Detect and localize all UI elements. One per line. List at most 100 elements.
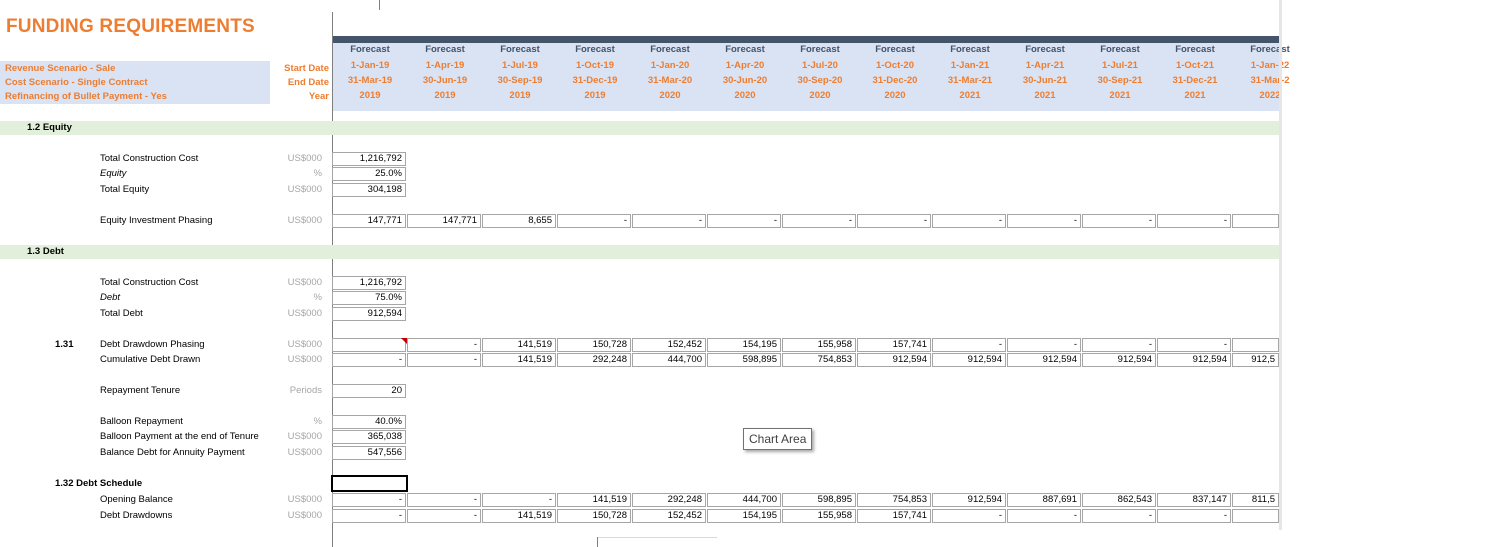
value-cell[interactable] (332, 338, 406, 352)
value-cell[interactable]: 754,853 (782, 353, 856, 367)
value-cell[interactable]: 912,5 (1232, 353, 1279, 367)
repayment-tenure-label: Repayment Tenure (100, 385, 181, 396)
value-cell[interactable]: 912,594 (932, 493, 1006, 507)
value-cell[interactable]: 8,655 (482, 214, 556, 228)
value-cell[interactable]: 141,519 (482, 353, 556, 367)
value-cell[interactable]: 155,958 (782, 338, 856, 352)
value-cell[interactable]: - (332, 509, 406, 523)
value-cell[interactable]: 141,519 (482, 338, 556, 352)
column-header-end: 31-Dec-20 (872, 75, 918, 86)
value-cell[interactable]: 152,452 (632, 509, 706, 523)
value-cell[interactable]: 292,248 (632, 493, 706, 507)
value-cell[interactable]: - (407, 509, 481, 523)
value-cell[interactable]: - (1157, 509, 1231, 523)
value-cell[interactable] (1232, 509, 1279, 523)
value-cell[interactable]: 292,248 (557, 353, 631, 367)
value-cell[interactable]: - (407, 338, 481, 352)
value-cell[interactable]: - (932, 214, 1006, 228)
value-cell[interactable]: 837,147 (1157, 493, 1231, 507)
column-header: Forecast 1-Apr-21 30-Jun-21 2021 (1008, 42, 1082, 103)
column-header-start: 1-Apr-21 (1025, 60, 1065, 71)
balance-debt-cell[interactable]: 547,556 (332, 446, 406, 460)
column-header: Forecast 1-Jul-19 30-Sep-19 2019 (483, 42, 557, 103)
value-cell[interactable]: - (1082, 214, 1156, 228)
value-cell[interactable]: 754,853 (857, 493, 931, 507)
value-cell[interactable]: - (1082, 338, 1156, 352)
value-cell[interactable]: 912,594 (1007, 353, 1081, 367)
section-equity-title: 1.2 Equity (27, 122, 72, 133)
value-cell[interactable]: 150,728 (557, 509, 631, 523)
value-cell[interactable]: - (482, 493, 556, 507)
column-header-type: Forecast (800, 44, 840, 55)
value-cell[interactable]: 154,195 (707, 509, 781, 523)
bottom-tick (597, 537, 598, 547)
chart-area-tooltip: Chart Area (743, 428, 813, 450)
value-cell[interactable]: 598,895 (782, 493, 856, 507)
value-cell[interactable]: - (1082, 509, 1156, 523)
column-header-type: Forecast (350, 44, 390, 55)
value-cell[interactable]: 862,543 (1082, 493, 1156, 507)
debt-tcc-cell[interactable]: 1,216,792 (332, 276, 406, 290)
value-cell[interactable]: 147,771 (407, 214, 481, 228)
value-cell[interactable]: - (707, 214, 781, 228)
balloon-repayment-cell[interactable]: 40.0% (332, 415, 406, 429)
value-cell[interactable]: - (857, 214, 931, 228)
repayment-tenure-cell[interactable]: 20 (332, 384, 406, 398)
value-cell[interactable] (1232, 214, 1279, 228)
value-cell[interactable]: 154,195 (707, 338, 781, 352)
value-cell[interactable]: - (782, 214, 856, 228)
comment-indicator[interactable] (401, 338, 407, 344)
value-cell[interactable]: 912,594 (1082, 353, 1156, 367)
equity-pct-cell[interactable]: 25.0% (332, 167, 406, 181)
value-cell[interactable]: - (332, 353, 406, 367)
equity-tcc-label: Total Construction Cost (100, 153, 199, 164)
column-header-end: 30-Jun-21 (1022, 75, 1068, 86)
total-equity-unit: US$000 (287, 184, 322, 195)
value-cell[interactable] (1232, 338, 1279, 352)
total-equity-cell[interactable]: 304,198 (332, 183, 406, 197)
value-cell[interactable]: - (1157, 214, 1231, 228)
value-cell[interactable]: 147,771 (332, 214, 406, 228)
value-cell[interactable]: 811,5 (1232, 493, 1279, 507)
column-header: Forecast 1-Jan-20 31-Mar-20 2020 (633, 42, 707, 103)
balloon-payment-cell[interactable]: 365,038 (332, 430, 406, 444)
value-cell[interactable]: 444,700 (632, 353, 706, 367)
value-cell[interactable]: - (557, 214, 631, 228)
value-cell[interactable]: 598,895 (707, 353, 781, 367)
column-header-start: 1-Jul-19 (502, 60, 538, 71)
value-cell[interactable]: 157,741 (857, 509, 931, 523)
debt-drawdown-label: Debt Drawdown Phasing (100, 339, 205, 350)
value-cell[interactable]: 141,519 (557, 493, 631, 507)
value-cell[interactable]: - (1007, 338, 1081, 352)
column-header-type: Forecast (1025, 44, 1065, 55)
equity-tcc-cell[interactable]: 1,216,792 (332, 152, 406, 166)
column-header-year: 2022 (1259, 90, 1281, 101)
column-header-start: 1-Jan-20 (650, 60, 690, 71)
equity-tcc-unit: US$000 (287, 153, 322, 164)
total-debt-cell[interactable]: 912,594 (332, 307, 406, 321)
value-cell[interactable]: 150,728 (557, 338, 631, 352)
value-cell[interactable]: - (332, 493, 406, 507)
value-cell[interactable]: 152,452 (632, 338, 706, 352)
column-header-start: 1-Jul-21 (1102, 60, 1138, 71)
value-cell[interactable]: - (1157, 338, 1231, 352)
value-cell[interactable]: 912,594 (857, 353, 931, 367)
debt-pct-cell[interactable]: 75.0% (332, 291, 406, 305)
value-cell[interactable]: - (932, 509, 1006, 523)
value-cell[interactable]: - (632, 214, 706, 228)
total-equity-label: Total Equity (100, 184, 150, 195)
value-cell[interactable]: 444,700 (707, 493, 781, 507)
value-cell[interactable]: - (1007, 214, 1081, 228)
value-cell[interactable]: - (407, 493, 481, 507)
value-cell[interactable]: - (932, 338, 1006, 352)
value-cell[interactable]: - (1007, 509, 1081, 523)
value-cell[interactable]: - (407, 353, 481, 367)
value-cell[interactable]: 141,519 (482, 509, 556, 523)
value-cell[interactable]: 157,741 (857, 338, 931, 352)
value-cell[interactable]: 912,594 (1157, 353, 1231, 367)
value-cell[interactable]: 155,958 (782, 509, 856, 523)
column-header-year: 2021 (1109, 90, 1131, 101)
value-cell[interactable]: 912,594 (932, 353, 1006, 367)
value-cell[interactable]: 887,691 (1007, 493, 1081, 507)
selected-cell[interactable] (331, 475, 408, 492)
